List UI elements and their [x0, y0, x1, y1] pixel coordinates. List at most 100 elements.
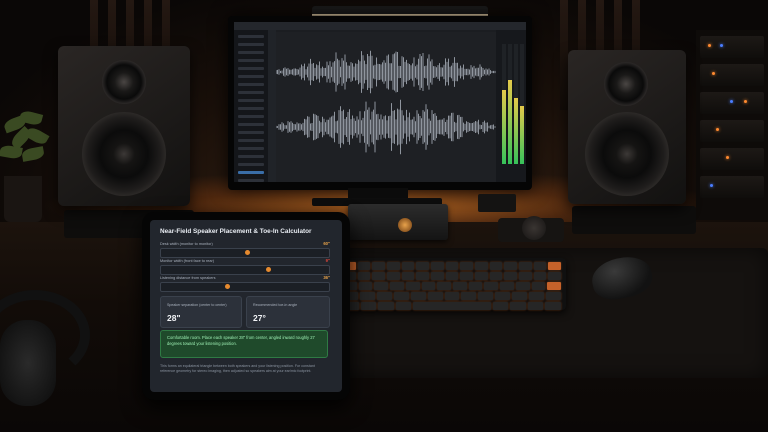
keyboard-key[interactable]	[510, 302, 526, 310]
keyboard-key[interactable]	[515, 282, 530, 290]
browser-row[interactable]	[238, 75, 264, 78]
browser-row[interactable]	[238, 179, 264, 182]
keyboard-key[interactable]	[475, 262, 488, 270]
keyboard-key[interactable]	[504, 272, 518, 280]
keyboard-key[interactable]	[531, 282, 546, 290]
browser-row[interactable]	[238, 147, 264, 150]
keyboard-key[interactable]	[460, 272, 474, 280]
listening-distance-slider-thumb[interactable]	[225, 284, 231, 289]
keyboard-key[interactable]	[546, 292, 561, 300]
keyboard-key[interactable]	[533, 262, 547, 270]
keyboard-key[interactable]	[461, 292, 477, 300]
keyboard-key[interactable]	[468, 282, 483, 290]
browser-row[interactable]	[238, 67, 264, 70]
keyboard-key[interactable]	[547, 282, 562, 290]
browser-row[interactable]	[238, 99, 264, 102]
keyboard-key[interactable]	[401, 262, 415, 270]
volume-knob[interactable]	[398, 218, 412, 232]
keyboard-key[interactable]	[489, 262, 503, 270]
keyboard-key[interactable]	[478, 292, 494, 300]
keyboard-key[interactable]	[405, 282, 420, 290]
keyboard-key[interactable]	[445, 272, 459, 280]
browser-row[interactable]	[238, 91, 264, 94]
keyboard-key[interactable]	[359, 292, 375, 300]
listening-distance-slider[interactable]	[160, 282, 330, 292]
monitor-width-slider-thumb[interactable]	[265, 267, 271, 272]
waveform-display[interactable]	[276, 32, 496, 182]
keyboard-key[interactable]	[548, 262, 562, 270]
keyboard-key[interactable]	[357, 272, 371, 280]
keyboard-key[interactable]	[416, 272, 430, 280]
tweeter	[102, 60, 146, 104]
browser-row[interactable]	[238, 35, 264, 38]
keyboard-key[interactable]	[495, 292, 511, 300]
keyboard-key[interactable]	[492, 302, 509, 310]
keyboard-key[interactable]	[421, 282, 436, 290]
desk-width-slider[interactable]	[160, 248, 330, 258]
browser-row[interactable]	[238, 123, 264, 126]
keyboard-key[interactable]	[504, 262, 518, 270]
browser-row[interactable]	[238, 131, 264, 134]
keyboard-key[interactable]	[374, 282, 389, 290]
desk-width-slider-thumb[interactable]	[245, 250, 251, 255]
toe-in-angle-label: Recommended toe-in angle	[253, 303, 298, 307]
browser-row[interactable]	[238, 139, 264, 142]
browser-row[interactable]	[238, 163, 264, 166]
keyboard-key[interactable]	[527, 302, 544, 310]
keyboard-key[interactable]	[413, 302, 491, 310]
speaker-stand-right	[572, 206, 696, 234]
keyboard-key[interactable]	[416, 262, 430, 270]
keyboard-key[interactable]	[387, 262, 400, 270]
keyboard-key[interactable]	[387, 272, 400, 280]
daw-browser-panel[interactable]	[234, 30, 268, 182]
browser-row[interactable]	[238, 171, 264, 174]
daw-menu-bar[interactable]	[234, 22, 526, 30]
keyboard-key[interactable]	[529, 292, 545, 300]
browser-row[interactable]	[238, 59, 264, 62]
keyboard-key[interactable]	[444, 292, 460, 300]
keyboard-key[interactable]	[390, 282, 404, 290]
keyboard-key[interactable]	[431, 262, 444, 270]
keyboard-key[interactable]	[427, 292, 443, 300]
browser-row[interactable]	[238, 43, 264, 46]
keyboard-key[interactable]	[519, 262, 532, 270]
browser-row[interactable]	[238, 83, 264, 86]
keyboard-key[interactable]	[545, 302, 561, 310]
keyboard-key[interactable]	[484, 282, 499, 290]
keyboard[interactable]	[338, 258, 566, 310]
keyboard-key[interactable]	[431, 272, 444, 280]
keyboard-key[interactable]	[372, 272, 386, 280]
browser-row[interactable]	[238, 107, 264, 110]
keyboard-key[interactable]	[401, 272, 415, 280]
keyboard-key[interactable]	[437, 282, 452, 290]
keyboard-key[interactable]	[533, 272, 547, 280]
keyboard-key[interactable]	[512, 292, 528, 300]
keyboard-key[interactable]	[475, 272, 488, 280]
keyboard-key[interactable]	[519, 272, 532, 280]
browser-row[interactable]	[238, 155, 264, 158]
daw-toolbar[interactable]	[268, 30, 276, 182]
keyboard-key[interactable]	[460, 262, 474, 270]
keyboard-key[interactable]	[378, 302, 394, 310]
browser-row[interactable]	[238, 115, 264, 118]
keyboard-key[interactable]	[393, 292, 409, 300]
keyboard-key[interactable]	[453, 282, 467, 290]
keyboard-key[interactable]	[548, 272, 562, 280]
keyboard-key[interactable]	[445, 262, 459, 270]
keyboard-key[interactable]	[372, 262, 386, 270]
acoustic-slat	[560, 0, 568, 110]
keyboard-key[interactable]	[395, 302, 412, 310]
keyboard-key[interactable]	[358, 282, 373, 290]
keyboard-key[interactable]	[489, 272, 503, 280]
waveform-editor[interactable]	[276, 32, 496, 182]
level-meters	[496, 30, 526, 182]
keyboard-key[interactable]	[360, 302, 377, 310]
keyboard-key[interactable]	[410, 292, 426, 300]
browser-row[interactable]	[238, 51, 264, 54]
keyboard-key[interactable]	[500, 282, 514, 290]
control-dial[interactable]	[522, 216, 546, 240]
monitor-width-slider[interactable]	[160, 265, 330, 275]
plant	[0, 109, 55, 180]
keyboard-key[interactable]	[357, 262, 371, 270]
keyboard-key[interactable]	[376, 292, 392, 300]
